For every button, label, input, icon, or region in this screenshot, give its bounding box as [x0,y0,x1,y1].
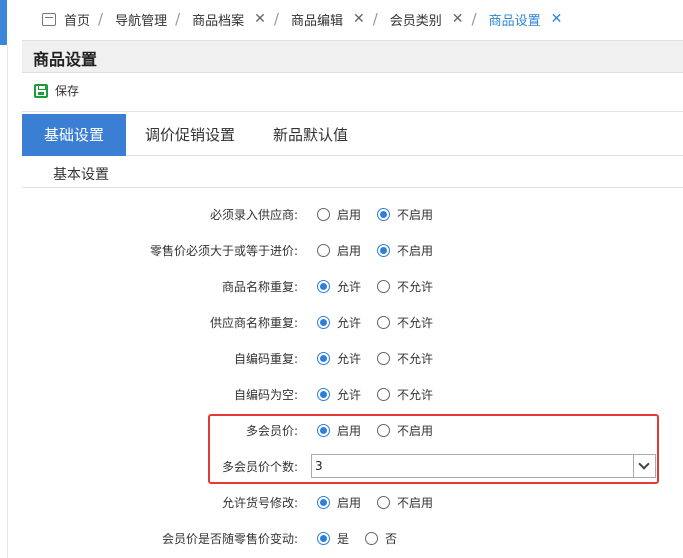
setting-label: 零售价必须大于或等于进价: [149,244,298,258]
toolbar: 保存 [22,74,683,112]
setting-row-empty-self-code: 自编码为空: 允许 不允许 [22,377,683,413]
radio-allow[interactable] [317,316,330,329]
radio-disallow[interactable] [377,316,390,329]
radio-no[interactable] [365,532,378,545]
radio-enable[interactable] [317,208,330,221]
option-label: 不允许 [397,316,434,330]
radio-allow[interactable] [317,280,330,293]
title-bar: 商品设置 [22,40,683,73]
close-icon[interactable]: ✕ [254,11,266,27]
setting-label: 必须录入供应商: [209,208,298,222]
setting-label: 允许货号修改: [221,496,298,510]
setting-row-member-price-follow-retail: 会员价是否随零售价变动: 是 否 [22,521,683,557]
crumb-label: 首页 [64,13,91,29]
radio-disable[interactable] [377,496,390,509]
setting-row-retail-ge-cost: 零售价必须大于或等于进价: 启用 不启用 [22,233,683,269]
save-label: 保存 [55,84,80,98]
crumb-label: 商品设置 [488,13,541,29]
option-label: 启用 [337,244,362,258]
option-label: 不启用 [397,244,434,258]
radio-enable[interactable] [317,244,330,257]
crumb-label: 会员类别 [389,13,442,29]
crumb-separator: / [372,10,378,28]
setting-row-duplicate-self-code: 自编码重复: 允许 不允许 [22,341,683,377]
setting-row-duplicate-product-name: 商品名称重复: 允许 不允许 [22,269,683,305]
crumb-home[interactable]: 首页 / [64,10,115,29]
radio-disallow[interactable] [377,352,390,365]
crumb-label: 商品档案 [192,13,245,29]
close-icon[interactable]: ✕ [452,11,464,27]
setting-row-allow-sku-edit: 允许货号修改: 启用 不启用 [22,485,683,521]
close-icon[interactable]: ✕ [551,11,563,27]
breadcrumb: 首页 / 导航管理 / 商品档案 ✕ / 商品编辑 ✕ / 会员类别 ✕ / 商… [22,0,683,38]
option-label: 是 [337,532,350,546]
save-icon [34,83,48,98]
tab-new-product-defaults[interactable]: 新品默认值 [254,114,367,156]
save-button[interactable]: 保存 [34,82,79,99]
radio-allow[interactable] [317,388,330,401]
tab-basic-settings[interactable]: 基础设置 [22,114,127,156]
option-label: 不允许 [397,280,434,294]
option-label: 不允许 [397,352,434,366]
radio-disallow[interactable] [377,388,390,401]
option-label: 不启用 [397,496,434,510]
section-title: 基本设置 [53,167,109,183]
crumb-separator: / [471,10,477,28]
option-label: 允许 [337,352,362,366]
radio-yes[interactable] [317,532,330,545]
crumb-label: 导航管理 [115,13,168,29]
settings-tabs: 基础设置 调价促销设置 新品默认值 [22,114,683,156]
option-label: 允许 [337,316,362,330]
option-label: 不启用 [397,208,434,222]
crumb-separator: / [175,10,181,28]
setting-label: 商品名称重复: [221,280,298,294]
home-icon[interactable] [42,12,56,26]
tab-price-promotion[interactable]: 调价促销设置 [126,114,254,156]
left-divider [7,45,8,558]
section-header: 基本设置 [22,157,683,188]
option-label: 否 [385,532,398,546]
page-title: 商品设置 [33,50,98,69]
setting-label: 自编码为空: [233,388,298,402]
crumb-separator: / [273,10,279,28]
radio-enable[interactable] [317,496,330,509]
option-label: 不允许 [397,388,434,402]
radio-disable[interactable] [377,244,390,257]
crumb-product-settings[interactable]: 商品设置 ✕ [489,10,563,29]
close-icon[interactable]: ✕ [353,11,365,27]
setting-row-duplicate-supplier-name: 供应商名称重复: 允许 不允许 [22,305,683,341]
radio-disallow[interactable] [377,280,390,293]
radio-allow[interactable] [317,352,330,365]
left-accent-bar [0,0,7,45]
option-label: 允许 [337,280,362,294]
option-label: 启用 [337,496,362,510]
crumb-label: 商品编辑 [290,13,343,29]
crumb-product-edit[interactable]: 商品编辑 ✕ / [291,10,390,29]
setting-label: 会员价是否随零售价变动: [161,532,298,546]
setting-label: 供应商名称重复: [209,316,298,330]
setting-row-require-supplier: 必须录入供应商: 启用 不启用 [22,197,683,233]
crumb-separator: / [98,10,104,28]
highlight-box [208,414,659,484]
crumb-product-archive[interactable]: 商品档案 ✕ / [192,10,291,29]
radio-disable[interactable] [377,208,390,221]
crumb-member-category[interactable]: 会员类别 ✕ / [390,10,489,29]
option-label: 允许 [337,388,362,402]
option-label: 启用 [337,208,362,222]
setting-label: 自编码重复: [233,352,298,366]
crumb-nav-management[interactable]: 导航管理 / [115,10,192,29]
